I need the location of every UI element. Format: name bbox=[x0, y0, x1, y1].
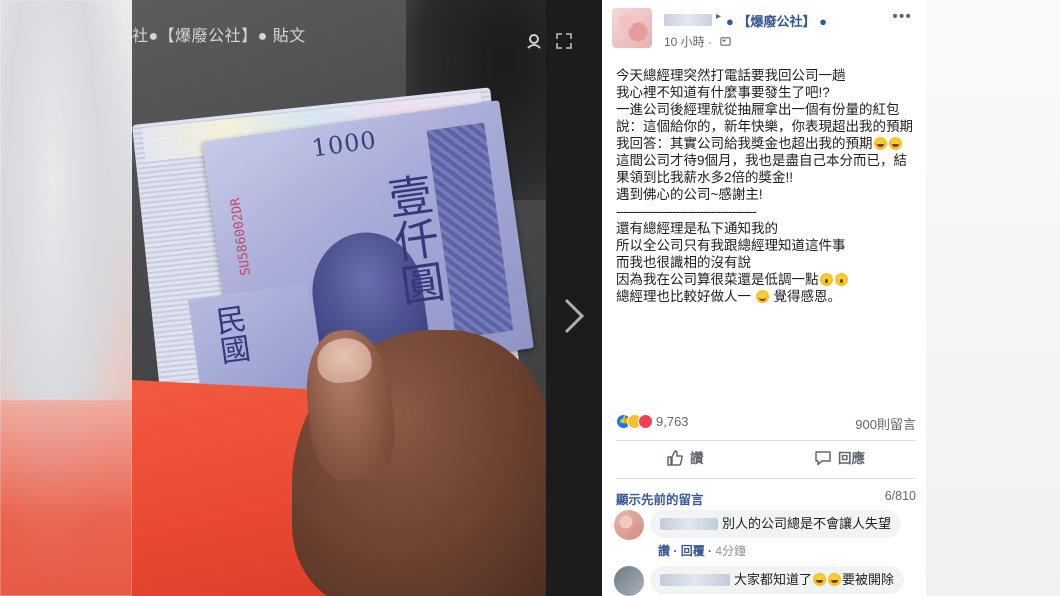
post-line: 遇到佛心的公司~感謝主! bbox=[616, 187, 763, 202]
comment-like-link[interactable]: 讚 bbox=[658, 544, 670, 558]
photo-banknote-pattern bbox=[426, 122, 514, 339]
post-line: 這間公司才待9個月，我也是盡自己本分而已，結果領到比我薪水多2倍的獎金!! bbox=[616, 153, 908, 185]
smile-emoji-icon bbox=[755, 290, 769, 303]
divider bbox=[616, 478, 916, 479]
post-line: 今天總經理突然打電話要我回公司一趟 bbox=[616, 68, 846, 83]
post-panel: ▸ ● 【爆廢公社】 ● 10 小時 · ••• 今天總經理突然打電話要我回公司… bbox=[602, 0, 926, 596]
post-line-text: 覺得感恩。 bbox=[773, 289, 842, 304]
more-options-icon[interactable]: ••• bbox=[892, 8, 912, 26]
divider bbox=[616, 440, 916, 441]
photo-viewer[interactable]: 1000 SU586002DR 壹仟圓 民國 社●【爆廢公社】● 貼文 bbox=[132, 0, 602, 596]
thumbs-up-icon bbox=[667, 450, 683, 466]
group-name: 【爆廢公社】 bbox=[737, 14, 816, 29]
post-line: 我回答：其實公司給我獎金也超出我的預期 bbox=[616, 135, 916, 152]
post-line-text: 我回答：其實公司給我獎金也超出我的預期 bbox=[616, 136, 873, 151]
post-body: 今天總經理突然打電話要我回公司一趟 我心裡不知道有什麼事要發生了吧!? 一進公司… bbox=[616, 67, 916, 305]
reactions-bar[interactable]: 9,763 900則留言 bbox=[616, 414, 916, 432]
background-right bbox=[926, 0, 1060, 596]
comment-actions: 讚 · 回覆 · 4分鐘 bbox=[658, 544, 747, 558]
commenter-avatar[interactable] bbox=[614, 566, 644, 596]
post-actions: 讚 回應 bbox=[616, 444, 916, 474]
photo-banknote-chars-second: 民國 bbox=[208, 302, 252, 367]
wow-emoji-icon bbox=[834, 273, 848, 286]
post-header: ▸ ● 【爆廢公社】 ● 10 小時 · ••• bbox=[612, 8, 916, 52]
comment-item: 別人的公司總是不會讓人失望 讚 · 回覆 · 4分鐘 bbox=[614, 510, 916, 558]
post-line-text: 因為我在公司算很菜還是低調一點 bbox=[616, 272, 819, 287]
laughing-emoji-icon bbox=[828, 573, 842, 586]
comments-header: 顯示先前的留言 6/810 bbox=[616, 489, 916, 508]
commenter-name-blurred[interactable] bbox=[660, 518, 718, 530]
reaction-count[interactable]: 9,763 bbox=[656, 414, 689, 429]
comment-text: 別人的公司總是不會讓人失望 bbox=[722, 516, 892, 531]
post-line: 因為我在公司算很菜還是低調一點 bbox=[616, 271, 916, 288]
comment-pagination: 6/810 bbox=[884, 489, 916, 503]
post-photo[interactable]: 1000 SU586002DR 壹仟圓 民國 bbox=[132, 0, 546, 596]
post-line-text: 總經理也比較好做人一 bbox=[616, 289, 751, 304]
post-time[interactable]: 10 小時 bbox=[664, 35, 705, 49]
author-name-blurred[interactable] bbox=[664, 14, 712, 26]
post-line: 一進公司後經理就從抽屜拿出一個有份量的紅包說：這個給你的，新年快樂，你表現超出我… bbox=[616, 102, 913, 134]
caret-right-icon: ▸ bbox=[716, 11, 722, 22]
comment-text: 大家都知道了 bbox=[734, 572, 813, 587]
photo-thumbnail-nail bbox=[315, 335, 374, 386]
post-line: 而我也很識相的沒有說 bbox=[616, 255, 751, 270]
laughing-emoji-icon bbox=[873, 137, 887, 150]
wow-emoji-icon bbox=[819, 273, 833, 286]
commenter-avatar[interactable] bbox=[614, 510, 644, 540]
post-line: 我心裡不知道有什麼事要發生了吧!? bbox=[616, 85, 830, 100]
tag-icon[interactable] bbox=[524, 32, 544, 52]
chevron-right-icon[interactable] bbox=[556, 296, 592, 340]
comment-button[interactable]: 回應 bbox=[814, 444, 865, 474]
comment-time[interactable]: 4分鐘 bbox=[715, 544, 746, 558]
post-divider-line: ---------------------------------------- bbox=[616, 204, 757, 219]
comment-bubble: 別人的公司總是不會讓人失望 bbox=[650, 510, 902, 538]
expand-icon[interactable] bbox=[554, 32, 574, 52]
laughing-emoji-icon bbox=[888, 137, 902, 150]
background-blur-left bbox=[0, 0, 132, 596]
show-previous-comments-link[interactable]: 顯示先前的留言 bbox=[616, 489, 704, 508]
comment-bubble: 大家都知道了 要被開除 bbox=[650, 566, 905, 594]
group-name-link[interactable]: ● 【爆廢公社】 ● bbox=[726, 11, 827, 30]
comment-icon bbox=[815, 451, 831, 466]
background-blur-red bbox=[0, 400, 132, 596]
photo-watermark: 社●【爆廢公社】● 貼文 bbox=[132, 28, 306, 45]
post-line: 還有總經理是私下通知我的 bbox=[616, 221, 778, 236]
audience-icon[interactable] bbox=[720, 36, 731, 47]
author-avatar[interactable] bbox=[612, 8, 652, 48]
laughing-emoji-icon bbox=[813, 573, 827, 586]
post-meta: 10 小時 · bbox=[664, 33, 731, 50]
comment-text: 要被開除 bbox=[842, 572, 895, 587]
post-line: 總經理也比較好做人一 覺得感恩。 bbox=[616, 288, 916, 305]
photo-denomination: 1000 bbox=[310, 125, 379, 163]
comment-label: 回應 bbox=[838, 451, 865, 466]
like-button[interactable]: 讚 bbox=[666, 444, 704, 474]
love-reaction-icon bbox=[638, 414, 653, 429]
comment-item: 大家都知道了 要被開除 bbox=[614, 566, 916, 596]
commenter-name-blurred[interactable] bbox=[660, 574, 730, 586]
photo-serial: SU586002DR bbox=[228, 196, 254, 277]
post-line: 所以全公司只有我跟總經理知道這件事 bbox=[616, 238, 846, 253]
comment-count[interactable]: 900則留言 bbox=[855, 414, 916, 433]
like-label: 讚 bbox=[690, 451, 704, 466]
comment-reply-link[interactable]: 回覆 bbox=[681, 544, 705, 558]
